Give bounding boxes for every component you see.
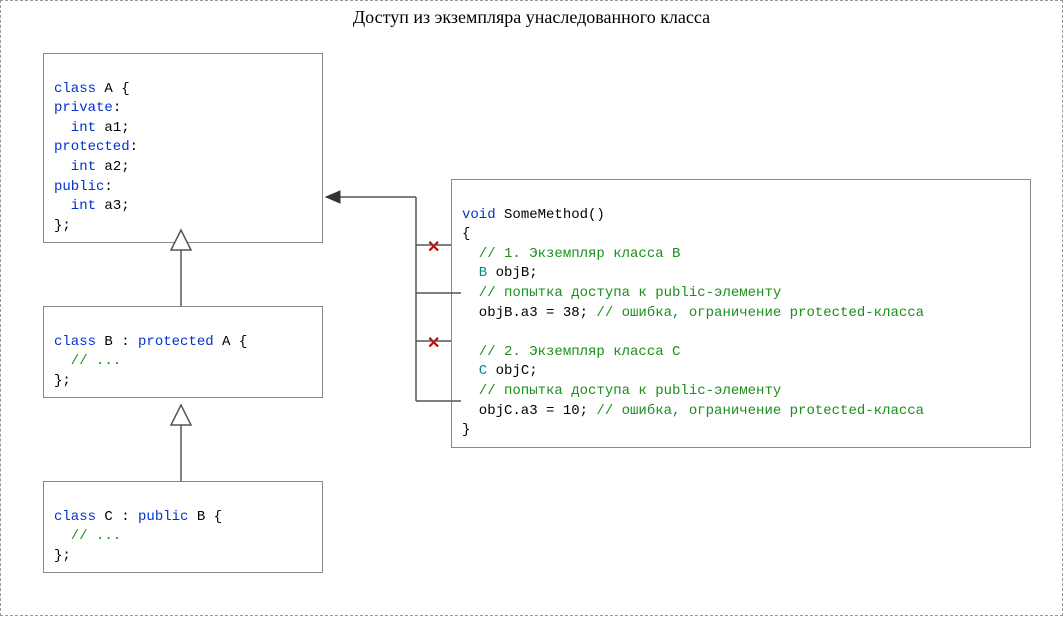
class-a-open: A { xyxy=(96,81,130,97)
kw-public: public xyxy=(138,509,188,525)
class-c-box: class C : public B { // ... }; xyxy=(43,481,323,573)
assign-objc: objC.a3 = 10; xyxy=(462,403,596,419)
class-b-ref: B xyxy=(462,265,487,281)
class-c-base: B { xyxy=(188,509,222,525)
kw-int: int xyxy=(54,198,96,214)
kw-protected: protected xyxy=(138,334,214,350)
class-b-box: class B : protected A { // ... }; xyxy=(43,306,323,398)
comment-4: // попытка доступа к public-элементу xyxy=(462,383,781,399)
error-mark-icon: ✕ xyxy=(427,333,440,353)
class-c-close: }; xyxy=(54,548,71,564)
comment-err-2: // ошибка, ограничение protected-класса xyxy=(596,403,924,419)
class-c-ref: C xyxy=(462,363,487,379)
colon: : xyxy=(104,179,112,195)
method-sig: SomeMethod() xyxy=(496,207,605,223)
comment-ellipsis: // ... xyxy=(54,528,121,544)
class-b-name: B : xyxy=(96,334,138,350)
brace-open: { xyxy=(462,226,470,242)
kw-void: void xyxy=(462,207,496,223)
class-b-base: A { xyxy=(214,334,248,350)
method-box: void SomeMethod() { // 1. Экземпляр клас… xyxy=(451,179,1031,448)
brace-close: } xyxy=(462,422,470,438)
class-a-close: }; xyxy=(54,218,71,234)
colon: : xyxy=(130,139,138,155)
diagram-container: Доступ из экземпляра унаследованного кла… xyxy=(0,0,1063,616)
kw-protected: protected xyxy=(54,139,130,155)
assign-objb: objB.a3 = 38; xyxy=(462,305,596,321)
comment-2: // попытка доступа к public-элементу xyxy=(462,285,781,301)
kw-class: class xyxy=(54,334,96,350)
decl-a2: a2; xyxy=(96,159,130,175)
comment-3: // 2. Экземпляр класса C xyxy=(462,344,680,360)
kw-int: int xyxy=(54,120,96,136)
decl-objb: objB; xyxy=(487,265,537,281)
comment-1: // 1. Экземпляр класса B xyxy=(462,246,680,262)
decl-a1: a1; xyxy=(96,120,130,136)
decl-a3: a3; xyxy=(96,198,130,214)
error-mark-icon: ✕ xyxy=(427,237,440,257)
comment-err-1: // ошибка, ограничение protected-класса xyxy=(596,305,924,321)
class-a-box: class A { private: int a1; protected: in… xyxy=(43,53,323,243)
kw-class: class xyxy=(54,81,96,97)
decl-objc: objC; xyxy=(487,363,537,379)
colon: : xyxy=(113,100,121,116)
class-b-close: }; xyxy=(54,373,71,389)
kw-public: public xyxy=(54,179,104,195)
kw-int: int xyxy=(54,159,96,175)
comment-ellipsis: // ... xyxy=(54,353,121,369)
diagram-title: Доступ из экземпляра унаследованного кла… xyxy=(1,7,1062,28)
kw-class: class xyxy=(54,509,96,525)
class-c-name: C : xyxy=(96,509,138,525)
kw-private: private xyxy=(54,100,113,116)
